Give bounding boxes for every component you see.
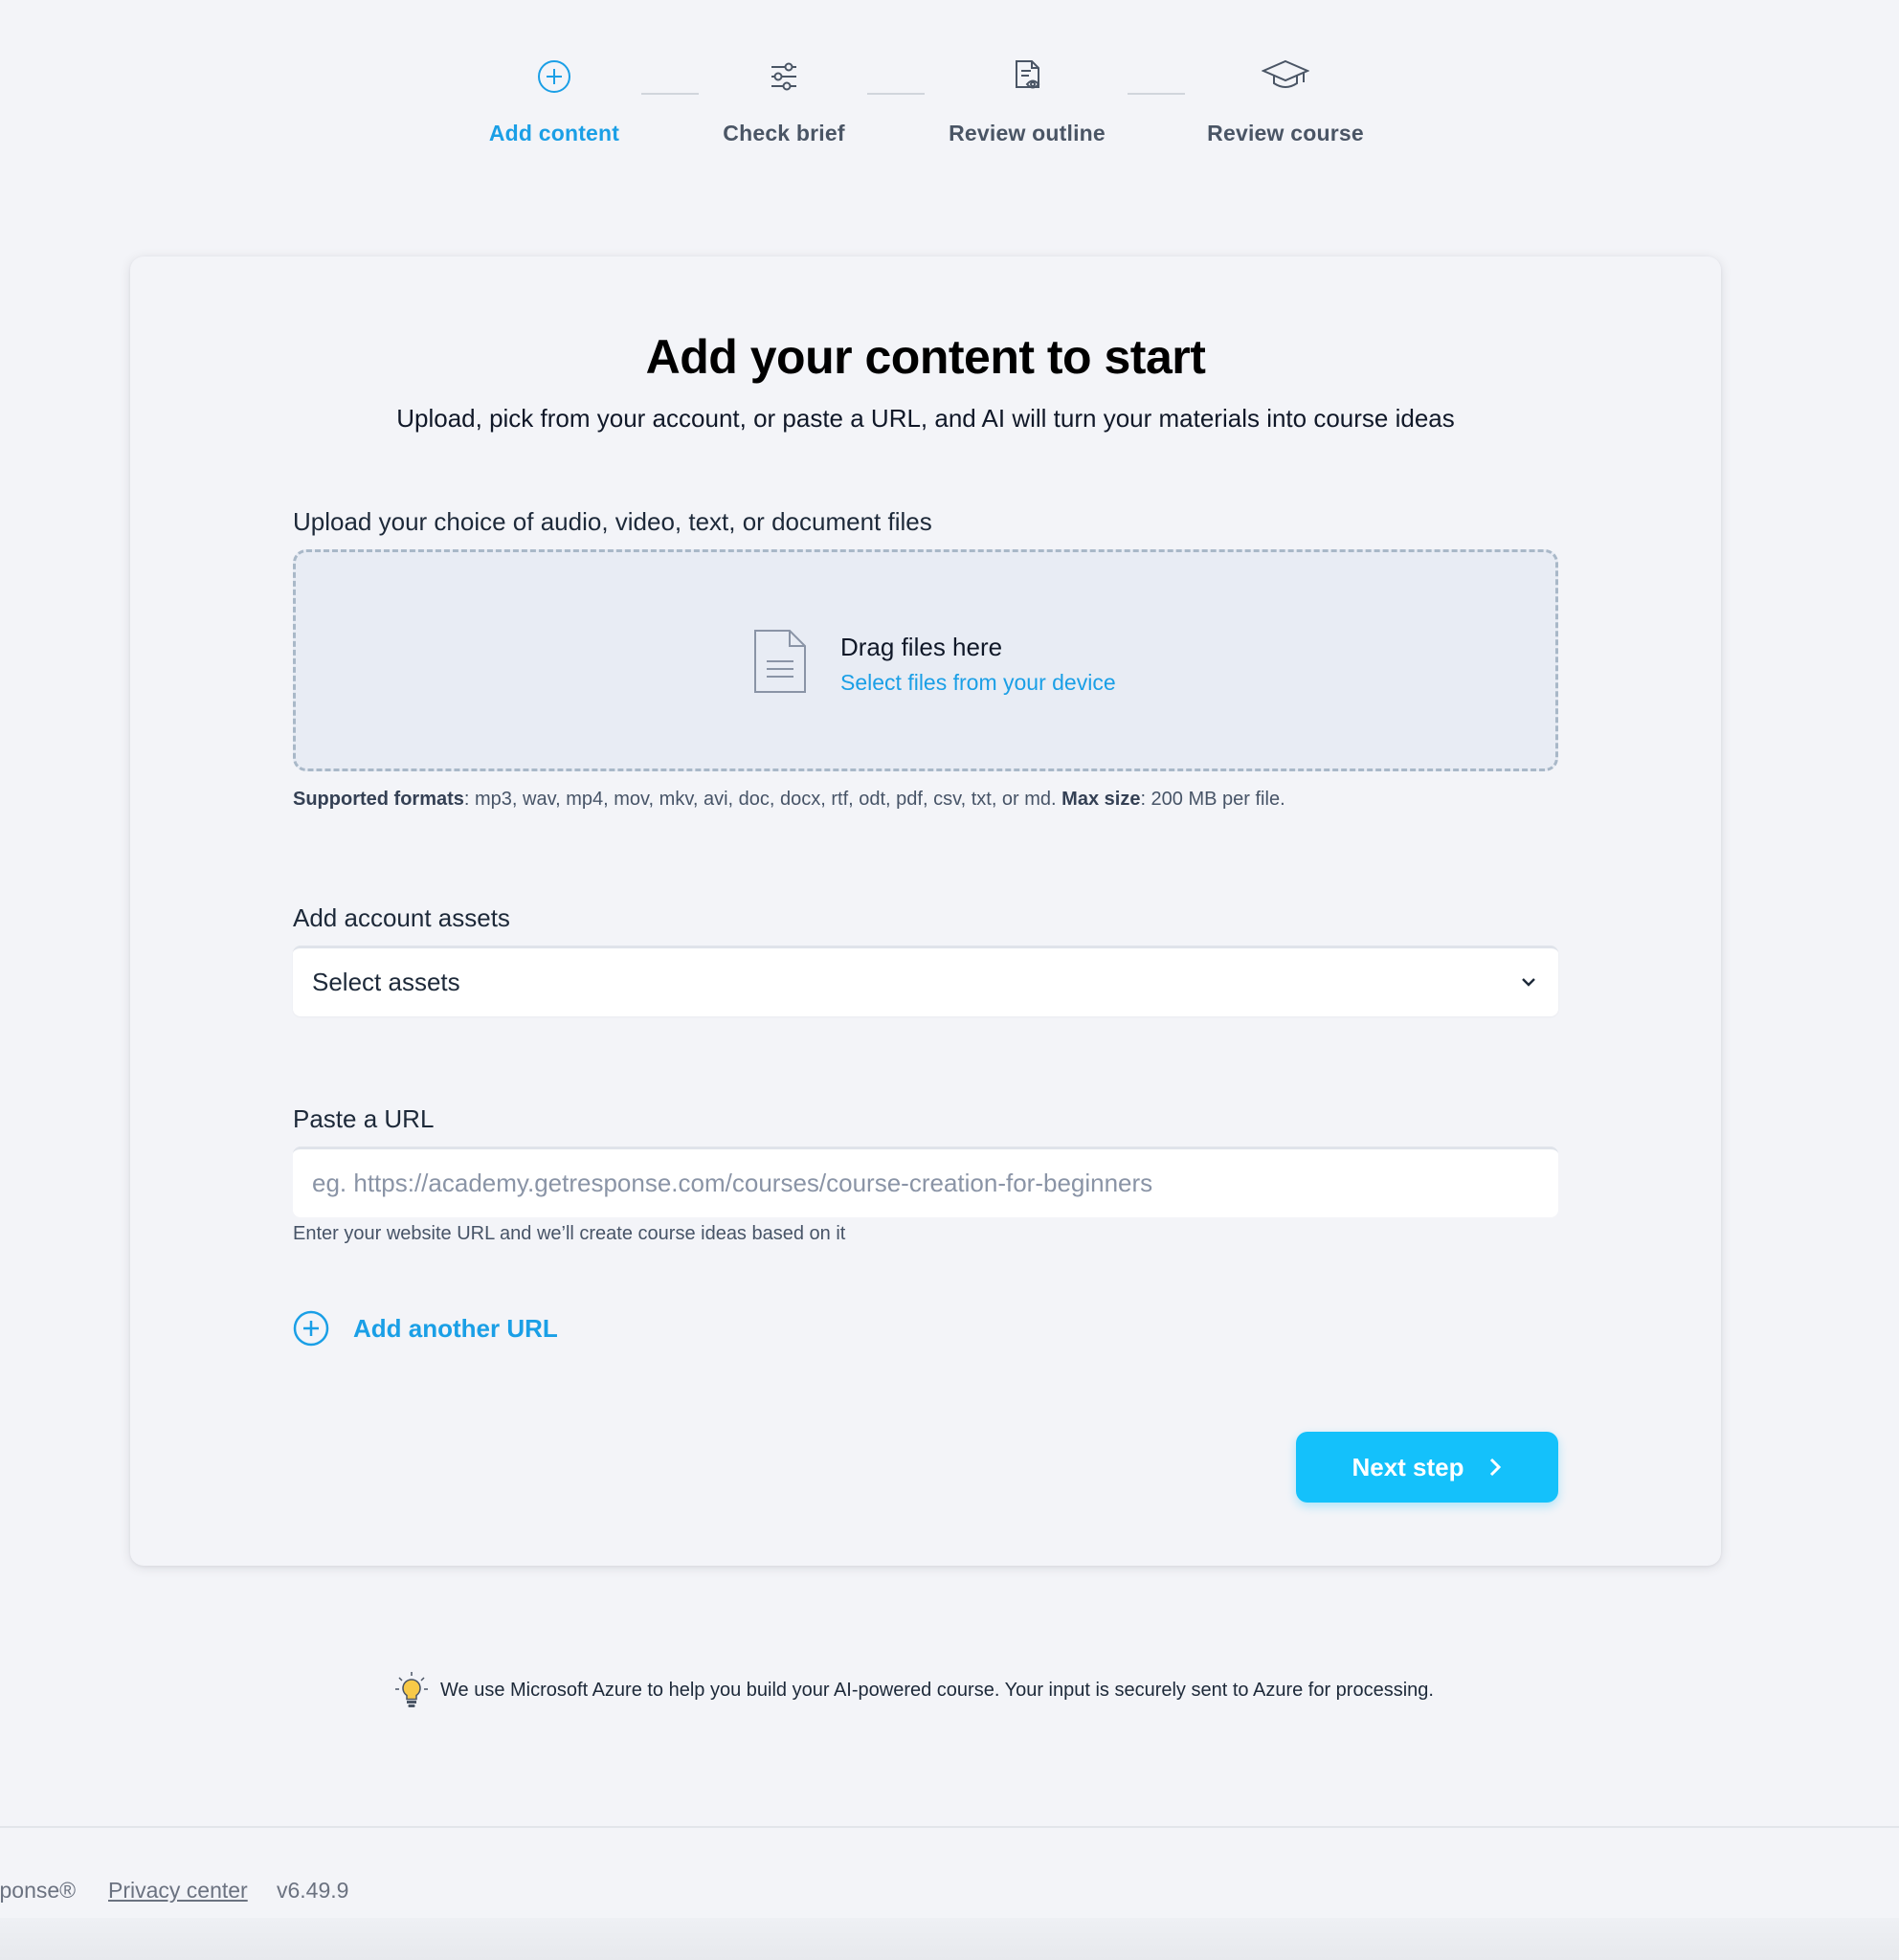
add-another-url-button[interactable]: Add another URL (293, 1309, 558, 1348)
supported-formats: Supported formats: mp3, wav, mp4, mov, m… (293, 789, 1285, 811)
add-circle-icon (538, 60, 570, 93)
page-subtitle: Upload, pick from your account, or paste… (396, 404, 1455, 433)
app-version: v6.49.9 (277, 1878, 349, 1903)
formats-label: Supported formats (293, 789, 464, 810)
next-step-label: Next step (1352, 1452, 1464, 1481)
step-check-brief[interactable]: Check brief (669, 50, 899, 146)
bottom-edge (0, 1918, 1899, 1960)
url-help-text: Enter your website URL and we’ll create … (293, 1223, 846, 1244)
next-step-button[interactable]: Next step (1296, 1432, 1558, 1503)
graduation-cap-icon (1262, 59, 1309, 88)
lightbulb-icon (395, 1672, 428, 1707)
step-review-outline[interactable]: Review outline (912, 50, 1142, 146)
step-add-content[interactable]: Add content (439, 50, 669, 146)
step-label: Check brief (723, 121, 845, 145)
sliders-icon (771, 62, 796, 91)
select-files-link[interactable]: Select files from your device (840, 670, 1116, 696)
max-size-value: : 200 MB per file. (1140, 789, 1285, 810)
add-another-url-label: Add another URL (353, 1313, 558, 1343)
azure-notice: We use Microsoft Azure to help you build… (394, 1671, 1434, 1709)
footer-brand: sponse® (0, 1878, 77, 1903)
file-icon (754, 630, 806, 693)
chevron-right-icon (1489, 1458, 1501, 1477)
formats-value: : mp3, wav, mp4, mov, mkv, avi, doc, doc… (463, 789, 1057, 810)
footer-divider (0, 1826, 1899, 1828)
progress-stepper: Add content Check brief Review outline R… (0, 0, 1899, 163)
step-label: Review course (1207, 121, 1364, 145)
chevron-down-icon (1522, 978, 1535, 987)
max-size-label: Max size (1061, 789, 1141, 810)
azure-notice-text: We use Microsoft Azure to help you build… (440, 1679, 1434, 1701)
add-content-card: Add your content to start Upload, pick f… (130, 256, 1721, 1566)
file-dropzone[interactable]: Drag files here Select files from your d… (293, 549, 1558, 771)
add-circle-icon (293, 1310, 329, 1347)
document-eye-icon (1016, 60, 1040, 89)
step-label: Add content (488, 121, 620, 145)
url-label: Paste a URL (293, 1104, 435, 1133)
page-title: Add your content to start (645, 330, 1206, 384)
drag-files-text: Drag files here (840, 633, 1003, 661)
privacy-center-link[interactable]: Privacy center (108, 1878, 248, 1904)
assets-label: Add account assets (293, 903, 510, 932)
step-review-course[interactable]: Review course (1171, 50, 1400, 146)
assets-select[interactable]: Select assets (293, 946, 1558, 1016)
assets-select-value: Select assets (312, 968, 460, 996)
step-label: Review outline (949, 121, 1106, 145)
upload-label: Upload your choice of audio, video, text… (293, 507, 932, 536)
url-input[interactable] (293, 1147, 1558, 1217)
